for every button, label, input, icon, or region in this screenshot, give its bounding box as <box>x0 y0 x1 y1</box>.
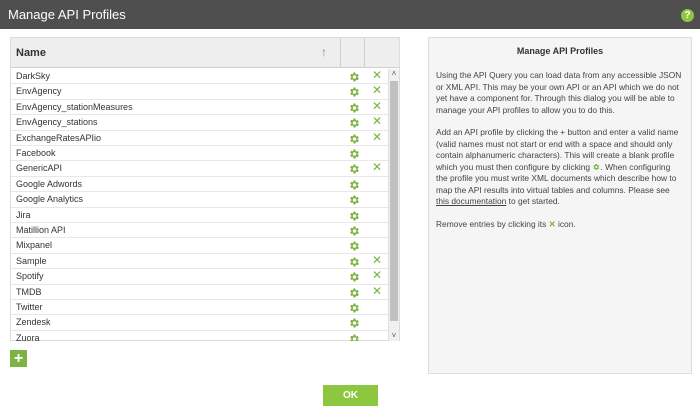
gear-icon[interactable] <box>348 162 360 174</box>
profile-name: Jira <box>16 209 31 220</box>
help-paragraph-remove: Remove entries by clicking its ✕ icon. <box>436 219 684 231</box>
table-row[interactable]: Google Analytics <box>11 192 388 208</box>
table-row[interactable]: Zuora <box>11 331 388 341</box>
list-scrollbar[interactable]: ˄ ˅ <box>388 69 399 341</box>
documentation-link[interactable]: this documentation <box>436 196 506 206</box>
gear-icon[interactable] <box>348 224 360 236</box>
close-icon[interactable]: ✕ <box>372 115 382 128</box>
help-paragraph-add: Add an API profile by clicking the + but… <box>436 127 684 208</box>
close-icon[interactable]: ✕ <box>372 99 382 113</box>
profile-name: EnvAgency_stations <box>16 117 98 128</box>
table-row[interactable]: EnvAgency_stationMeasures ✕ <box>11 99 388 116</box>
gear-icon[interactable] <box>348 209 360 221</box>
profile-name: EnvAgency <box>16 86 62 97</box>
grid-header: Name ↑ <box>11 38 399 68</box>
table-row[interactable]: Facebook <box>11 146 388 162</box>
close-icon[interactable]: ✕ <box>372 269 382 282</box>
gear-icon[interactable] <box>348 316 360 328</box>
gear-icon[interactable] <box>348 85 360 97</box>
help-end-text: to get started. <box>508 196 560 206</box>
gear-icon[interactable] <box>348 178 360 190</box>
gear-icon[interactable] <box>348 116 360 128</box>
gear-icon[interactable] <box>348 332 360 341</box>
help-paragraph-intro: Using the API Query you can load data fr… <box>436 70 682 115</box>
table-row[interactable]: Matillion API <box>11 223 388 239</box>
close-icon[interactable]: ✕ <box>372 253 382 267</box>
titlebar: Manage API Profiles ? <box>0 0 700 29</box>
table-row[interactable]: Zendesk <box>11 315 388 331</box>
table-row[interactable]: DarkSky ✕ <box>11 69 388 85</box>
profile-name: Google Adwords <box>16 178 83 189</box>
gear-icon[interactable] <box>348 101 360 113</box>
profile-name: Zendesk <box>16 317 51 328</box>
close-icon[interactable]: ✕ <box>372 161 382 174</box>
help-panel: Manage API Profiles Using the API Query … <box>428 37 692 374</box>
gear-icon[interactable] <box>348 193 360 205</box>
table-row[interactable]: TMDB ✕ <box>11 284 388 300</box>
scrollbar-thumb[interactable] <box>390 81 398 321</box>
help-icon-text: icon. <box>558 218 576 229</box>
profiles-grid: Name ↑ DarkSky ✕ EnvAgency ✕ EnvAgency_stati… <box>10 37 400 341</box>
gear-icon[interactable] <box>348 147 360 159</box>
table-row[interactable]: Jira <box>11 208 388 223</box>
sort-ascending-icon[interactable]: ↑ <box>321 45 327 59</box>
table-row[interactable]: GenericAPI ✕ <box>11 161 388 177</box>
table-row[interactable]: Mixpanel <box>11 238 388 254</box>
profile-name: ExchangeRatesAPIio <box>16 132 102 143</box>
column-divider <box>340 38 341 68</box>
profile-name: GenericAPI <box>16 163 63 174</box>
name-column-header[interactable]: Name <box>16 47 46 59</box>
help-remove-text: Remove entries by clicking its <box>436 218 547 229</box>
table-row[interactable]: Sample ✕ <box>11 253 388 270</box>
close-icon[interactable]: ✕ <box>372 84 382 97</box>
scroll-down-icon[interactable]: ˅ <box>389 331 399 340</box>
gear-icon[interactable] <box>348 301 360 313</box>
table-row[interactable]: Twitter <box>11 300 388 316</box>
profile-name: EnvAgency_stationMeasures <box>16 101 133 112</box>
profile-name: TMDB <box>16 286 42 297</box>
profile-name: Facebook <box>16 148 56 158</box>
close-icon[interactable]: ✕ <box>372 130 382 144</box>
table-row[interactable]: Spotify ✕ <box>11 269 388 285</box>
table-row[interactable]: Google Adwords <box>11 177 388 193</box>
help-title: Manage API Profiles <box>516 46 604 56</box>
table-row[interactable]: EnvAgency_stations ✕ <box>11 115 388 131</box>
gear-icon[interactable] <box>348 239 360 251</box>
ok-button[interactable]: OK <box>323 385 378 406</box>
dialog-title: Manage API Profiles <box>8 7 126 22</box>
gear-icon[interactable] <box>348 132 360 144</box>
profile-name: DarkSky <box>16 71 51 81</box>
profile-name: Matillion API <box>16 225 66 235</box>
table-row[interactable]: EnvAgency ✕ <box>11 84 388 100</box>
manage-api-profiles-dialog: Manage API Profiles ? Name ↑ DarkSky ✕ Env… <box>0 0 700 412</box>
scroll-up-icon[interactable]: ˄ <box>389 69 399 78</box>
profile-name: Zuora <box>16 332 40 341</box>
add-profile-button[interactable]: + <box>10 350 27 367</box>
gear-icon[interactable] <box>348 286 360 298</box>
gear-icon[interactable] <box>348 70 360 82</box>
profile-name: Sample <box>16 255 47 266</box>
close-icon: ✕ <box>548 218 556 229</box>
gear-icon[interactable] <box>348 255 360 267</box>
profile-list: DarkSky ✕ EnvAgency ✕ EnvAgency_stationMeasu… <box>11 69 388 341</box>
help-icon[interactable]: ? <box>681 9 694 22</box>
profile-name: Mixpanel <box>16 240 53 251</box>
table-row[interactable]: ExchangeRatesAPIio ✕ <box>11 130 388 146</box>
column-divider <box>364 38 365 68</box>
profile-name: Twitter <box>16 302 43 312</box>
profile-name: Spotify <box>16 271 44 282</box>
close-icon[interactable]: ✕ <box>372 284 382 298</box>
profile-name: Google Analytics <box>16 194 84 205</box>
close-icon[interactable]: ✕ <box>372 69 382 82</box>
gear-icon[interactable] <box>348 270 360 282</box>
